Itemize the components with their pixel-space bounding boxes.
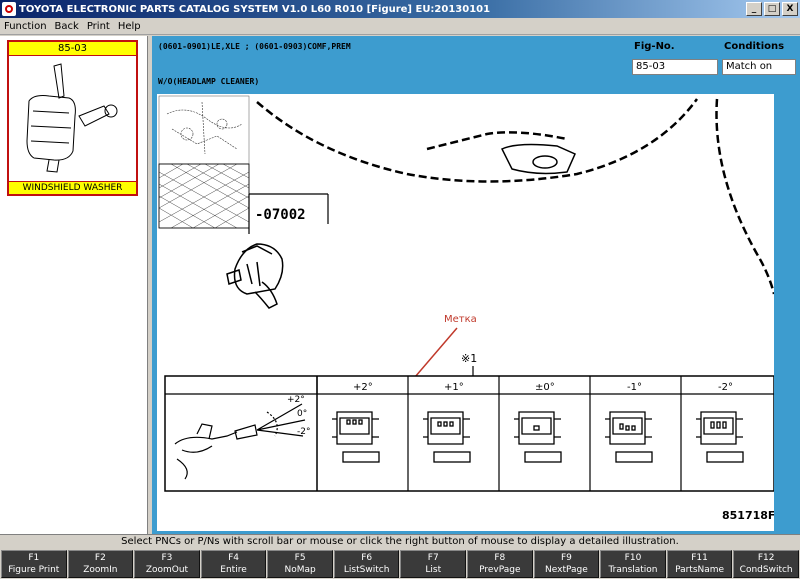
washer-tank-thumbnail-image — [26, 63, 118, 173]
maximize-button[interactable]: □ — [764, 2, 780, 16]
conditions-field[interactable]: Match on — [722, 59, 796, 75]
menu-back[interactable]: Back — [51, 21, 83, 32]
figure-header: (0601-0901)LE,XLE ; (0601-0903)COMF,PREM… — [152, 36, 800, 94]
angle-col-plus2: +2° — [353, 382, 373, 393]
angle-col-plus1: +1° — [444, 382, 464, 393]
status-bar: Select PNCs or P/Ns with scroll bar or m… — [0, 534, 800, 548]
angle-col-zero: ±0° — [535, 382, 555, 393]
overview-map[interactable] — [158, 95, 250, 229]
washer-nozzle-drawing[interactable] — [226, 243, 284, 309]
illustration-id: 851718F — [722, 509, 774, 522]
note-reference: ※1 — [461, 352, 477, 365]
close-button[interactable]: X — [782, 2, 798, 16]
figure-scrollbar[interactable] — [777, 94, 795, 531]
f9-next-page-button[interactable]: F9 NextPage — [533, 550, 600, 578]
model-codes: (0601-0901)LE,XLE ; (0601-0903)COMF,PREM — [158, 42, 351, 51]
spray-angle-plus2: +2° — [287, 395, 305, 405]
f8-prev-page-button[interactable]: F8 PrevPage — [467, 550, 533, 578]
f10-translation-button[interactable]: F10 Translation — [600, 550, 666, 578]
thumbnail-fig-no: 85-03 — [9, 42, 136, 56]
illustration-svg: -07002 Метка ※1 +2° +1° ±0° -1° -2° +2° … — [158, 95, 774, 522]
f1-figure-print-button[interactable]: F1 Figure Print — [1, 550, 67, 578]
f11-parts-name-button[interactable]: F11 PartsName — [666, 550, 733, 578]
thumbnail-caption: WINDSHIELD WASHER — [9, 181, 136, 194]
function-key-bar: F1 Figure Print F2 ZoomIn F3 ZoomOut F4 Enti… — [0, 549, 800, 579]
fig-no-field[interactable]: 85-03 — [632, 59, 718, 75]
spray-angle-minus2: -2° — [297, 427, 310, 437]
f5-no-map-button[interactable]: F5 NoMap — [267, 550, 333, 578]
condition-note: W/O(HEADLAMP CLEANER) — [158, 77, 260, 86]
menu-bar: Function Back Print Help — [0, 18, 800, 35]
menu-print[interactable]: Print — [83, 21, 114, 32]
figure-view: -07002 Метка ※1 +2° +1° ±0° -1° -2° +2° … — [152, 94, 800, 534]
f2-zoom-in-button[interactable]: F2 ZoomIn — [67, 550, 134, 578]
conditions-label: Conditions — [724, 41, 785, 52]
part-number-label[interactable]: -07002 — [255, 207, 306, 223]
figure-list-panel: 85-03 WINDSHIELD WASHER — [0, 36, 148, 534]
f3-zoom-out-button[interactable]: F3 ZoomOut — [134, 550, 200, 578]
angle-col-minus2: -2° — [718, 382, 733, 393]
f12-cond-switch-button[interactable]: F12 CondSwitch — [733, 550, 799, 578]
menu-help[interactable]: Help — [114, 21, 145, 32]
annotation-label: Метка — [444, 314, 477, 325]
parts-illustration[interactable]: -07002 Метка ※1 +2° +1° ±0° -1° -2° +2° … — [157, 94, 774, 531]
f7-list-button[interactable]: F7 List — [400, 550, 467, 578]
menu-function[interactable]: Function — [0, 21, 51, 32]
toyota-logo-icon — [2, 2, 16, 16]
figure-thumbnail[interactable]: 85-03 WINDSHIELD WASHER — [7, 40, 138, 196]
window-title: TOYOTA ELECTRONIC PARTS CATALOG SYSTEM V… — [19, 3, 491, 15]
f6-list-switch-button[interactable]: F6 ListSwitch — [333, 550, 400, 578]
spray-angle-zero: 0° — [297, 409, 307, 419]
f4-entire-button[interactable]: F4 Entire — [200, 550, 267, 578]
fig-no-label: Fig-No. — [634, 41, 675, 52]
title-bar: TOYOTA ELECTRONIC PARTS CATALOG SYSTEM V… — [0, 0, 800, 18]
minimize-button[interactable]: _ — [746, 2, 762, 16]
angle-col-minus1: -1° — [627, 382, 642, 393]
